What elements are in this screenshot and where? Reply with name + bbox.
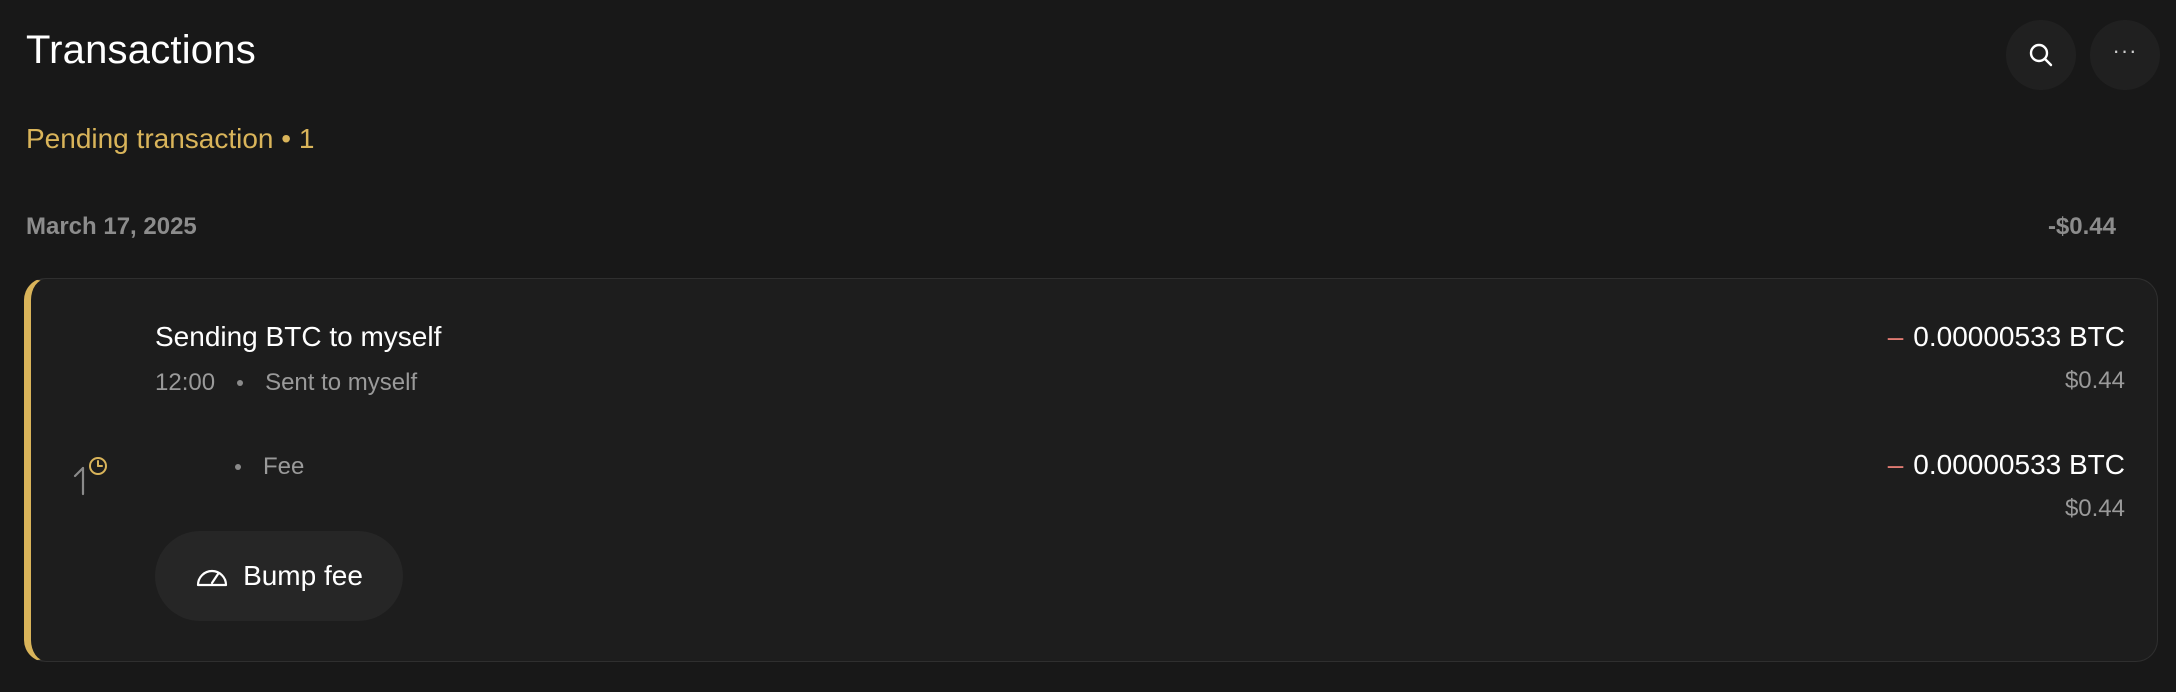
bump-fee-label: Bump fee [243,560,363,591]
transaction-description: Sent to myself [265,369,418,396]
fee-sign: – [1887,449,1904,480]
fee-row: Fee [155,453,304,481]
transaction-time: 12:00 [155,369,216,396]
transaction-meta: 12:00 Sent to myself [155,369,417,397]
transaction-amount: –0.00000533 BTC $0.44 [1888,321,2125,395]
group-date: March 17, 2025 [26,213,197,240]
arrow-up-pending-icon [73,457,107,496]
transactions-page: Transactions ··· Pending transaction • 1… [0,0,2176,692]
transaction-card[interactable]: Sending BTC to myself 12:00 Sent to myse… [24,278,2158,662]
search-icon [2029,43,2053,67]
amount-fiat: $0.44 [2064,367,2125,394]
search-button[interactable] [2006,20,2076,90]
page-title: Transactions [26,28,256,72]
more-horizontal-icon: ··· [2112,38,2138,63]
gauge-icon [196,569,228,587]
bump-fee-button[interactable]: Bump fee [155,531,403,621]
more-options-button[interactable]: ··· [2090,20,2160,90]
fee-label: Fee [263,453,305,480]
separator-dot [235,464,241,470]
fee-fiat: $0.44 [2064,495,2125,522]
separator-dot [237,380,244,386]
fee-crypto: 0.00000533 BTC [1913,449,2125,480]
fee-amount: –0.00000533 BTC $0.44 [1888,449,2125,523]
pending-transactions-header: Pending transaction • 1 [26,123,315,154]
amount-sign: – [1887,321,1904,352]
group-total: -$0.44 [2047,213,2116,240]
amount-crypto: 0.00000533 BTC [1913,321,2125,352]
transaction-title: Sending BTC to myself [155,321,442,352]
